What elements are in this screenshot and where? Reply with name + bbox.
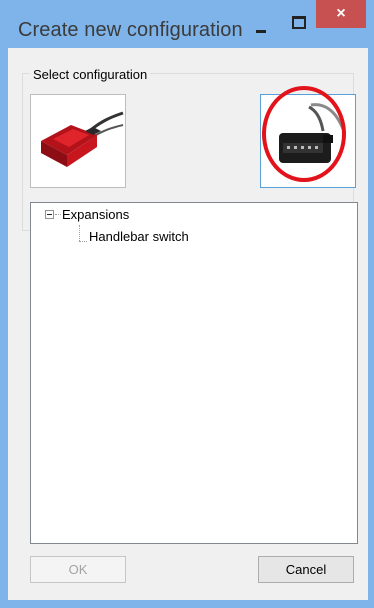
tree-node-expansions-label: Expansions — [62, 207, 130, 222]
config-option-red-unit[interactable] — [30, 94, 126, 188]
tree-node-handlebar-switch[interactable]: Handlebar switch — [89, 229, 189, 244]
minus-glyph — [47, 214, 52, 215]
red-control-unit-icon — [41, 111, 124, 167]
window-title: Create new configuration — [18, 19, 243, 41]
close-icon: × — [336, 5, 346, 22]
tree-connector — [55, 214, 61, 215]
highlight-ellipse-annotation — [262, 86, 346, 182]
select-configuration-label: Select configuration — [30, 67, 151, 82]
dialog-window: Create new configuration × Select config… — [0, 0, 374, 608]
maximize-button[interactable] — [280, 10, 316, 38]
close-button[interactable]: × — [316, 0, 366, 28]
cancel-button[interactable]: Cancel — [258, 556, 354, 583]
ok-button[interactable]: OK — [30, 556, 126, 583]
title-bar[interactable]: Create new configuration × — [0, 0, 374, 41]
maximize-icon — [292, 16, 306, 29]
minimize-button[interactable] — [244, 10, 280, 38]
tree-connector-horizontal — [79, 241, 87, 242]
expansions-tree[interactable]: Expansions Handlebar switch — [30, 202, 358, 544]
tree-connector-vertical — [79, 225, 80, 241]
collapse-icon[interactable] — [45, 210, 54, 219]
minimize-icon — [256, 30, 266, 33]
